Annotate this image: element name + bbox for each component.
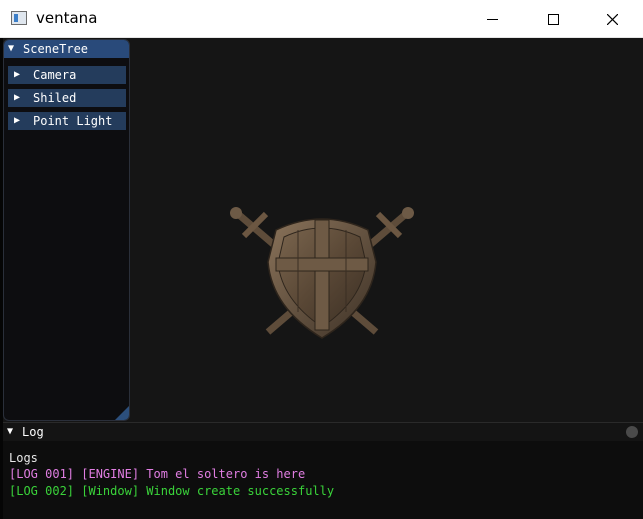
tree-item-camera[interactable]: ▶ Camera	[8, 66, 126, 84]
triangle-right-icon[interactable]: ▶	[14, 92, 20, 103]
tree-item-label: Shiled	[33, 91, 77, 105]
log-entry: [LOG 002] [Window] Window create success…	[9, 484, 335, 498]
scenetree-title: SceneTree	[23, 42, 89, 56]
resize-grip[interactable]	[115, 406, 129, 420]
triangle-right-icon[interactable]: ▶	[14, 115, 20, 126]
shield-model	[230, 207, 414, 339]
tree-item-label: Point Light	[33, 114, 113, 128]
minimize-button[interactable]	[469, 0, 515, 38]
log-panel: ▼ Log Logs [LOG 001] [ENGINE] Tom el sol…	[3, 422, 643, 519]
triangle-down-icon[interactable]: ▼	[8, 43, 14, 54]
log-entry: [LOG 001] [ENGINE] Tom el soltero is her…	[9, 467, 306, 481]
window-title: ventana	[36, 9, 98, 27]
scenetree-panel: ▼ SceneTree ▶ Camera ▶ Shiled ▶ Point Li…	[3, 39, 130, 421]
scenetree-header[interactable]: ▼ SceneTree	[4, 40, 129, 58]
triangle-down-icon[interactable]: ▼	[7, 426, 13, 437]
maximize-icon	[548, 14, 559, 25]
log-title: Log	[22, 425, 44, 439]
window-titlebar: ventana	[0, 0, 643, 38]
minimize-icon	[487, 19, 498, 20]
maximize-button[interactable]	[530, 0, 576, 38]
tree-item-shield[interactable]: ▶ Shiled	[8, 89, 126, 107]
tree-item-point-light[interactable]: ▶ Point Light	[8, 112, 126, 130]
window-app-icon	[11, 11, 27, 25]
tree-item-label: Camera	[33, 68, 77, 82]
log-header[interactable]: ▼ Log	[3, 423, 643, 441]
close-icon	[607, 14, 618, 25]
close-icon[interactable]	[626, 426, 638, 438]
logs-section-label: Logs	[9, 451, 38, 465]
close-button[interactable]	[589, 0, 635, 38]
triangle-right-icon[interactable]: ▶	[14, 69, 20, 80]
